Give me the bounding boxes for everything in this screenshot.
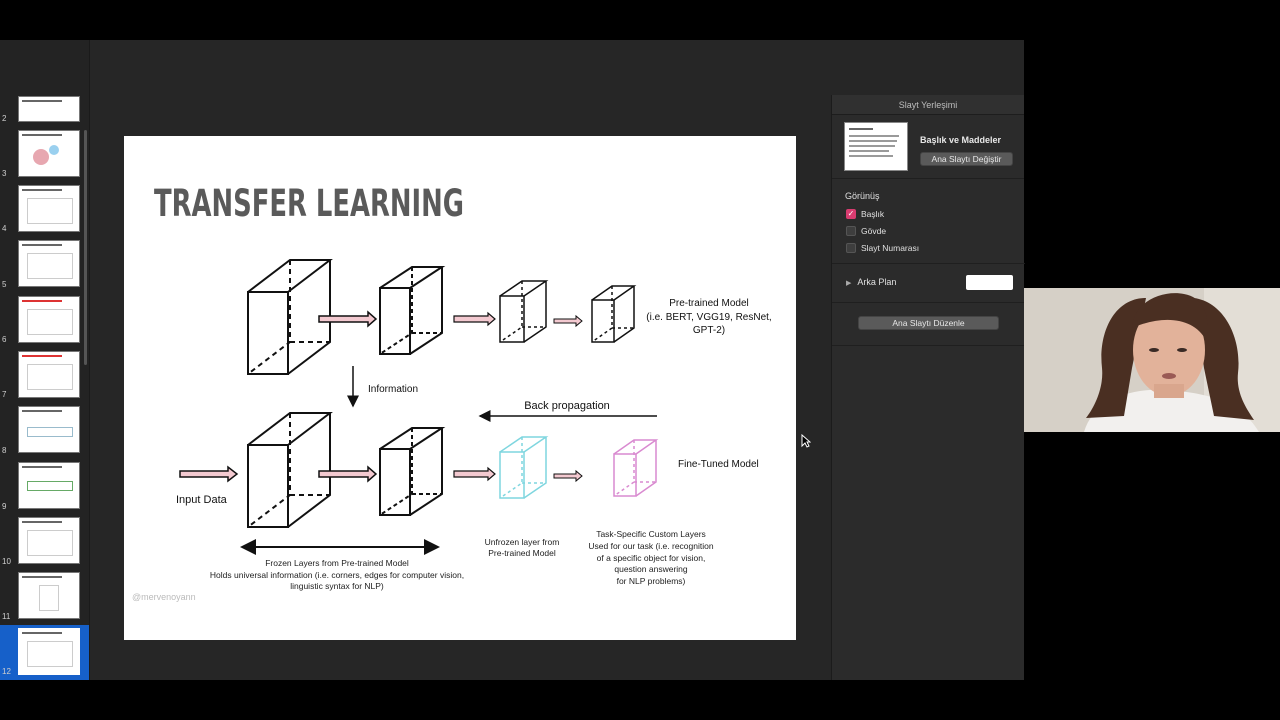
slide-thumbnail[interactable] [18,296,80,343]
watermark: @mervenoyann [132,592,196,602]
slide-content: TRANSFER LEARNING Pre-trained Model (i.e… [132,182,772,602]
information-label: Information [368,384,418,395]
frozen-caption: linguistic syntax for NLP) [290,581,384,591]
input-data-label: Input Data [176,494,228,506]
divider [832,263,1025,264]
task-caption: Used for our task (i.e. recognition [588,541,713,551]
slide-number: 7 [2,390,7,399]
divider [832,302,1025,303]
edit-master-button[interactable]: Ana Slaytı Düzenle [858,316,999,330]
checkbox-box[interactable] [846,226,856,236]
checkmark-icon[interactable]: ✓ [846,209,856,219]
slide-thumbnail[interactable] [18,572,80,619]
screen: 2 3 4 5 6 7 8 9 10 11 12 TRANSFER LEARNI… [0,0,1280,720]
task-caption: question answering [614,564,688,574]
keynote-window: 2 3 4 5 6 7 8 9 10 11 12 TRANSFER LEARNI… [0,40,1025,680]
pretrained-label: GPT-2) [693,325,725,336]
task-caption: Task-Specific Custom Layers [596,529,706,539]
slide-number: 2 [2,114,7,123]
slide-number: 6 [2,335,7,344]
slide-thumbnail[interactable] [18,351,80,398]
pretrained-label: (i.e. BERT, VGG19, ResNet, [646,312,771,323]
slide-thumbnail[interactable] [18,240,80,287]
checkbox-title[interactable]: ✓ Başlık [846,208,884,220]
slide-thumbnail[interactable] [18,406,80,453]
forward-arrows-top [318,310,583,328]
checkbox-label: Slayt Numarası [861,243,920,253]
appearance-title: Görünüş [845,191,880,201]
background-disclosure[interactable]: ▶ Arka Plan [846,277,896,287]
back-propagation-label: Back propagation [524,400,610,412]
slide-number: 8 [2,446,7,455]
background-color-well[interactable] [966,275,1013,290]
format-inspector: Slayt Yerleşimi Başlık ve Maddeler Ana S… [831,95,1025,680]
slide[interactable]: TRANSFER LEARNING Pre-trained Model (i.e… [124,136,796,640]
unfrozen-layer [499,436,549,499]
frozen-caption: Frozen Layers from Pre-trained Model [265,558,409,568]
slide-title: TRANSFER LEARNING [154,182,464,225]
checkbox-body[interactable]: Gövde [846,225,886,237]
finetuned-label: Fine-Tuned Model [678,459,759,470]
slide-number: 10 [2,557,11,566]
checkbox-label: Gövde [861,226,887,236]
slide-thumbnail[interactable] [18,96,80,122]
slide-thumbnail[interactable] [18,185,80,232]
slide-thumbnail[interactable] [18,462,80,509]
slide-number: 12 [2,667,11,676]
slide-number: 3 [2,169,7,178]
slide-thumbnail[interactable] [18,517,80,564]
unfrozen-caption: Unfrozen layer from [485,537,560,547]
pretrained-label: Pre-trained Model [669,298,748,309]
mouse-cursor-icon [801,434,811,448]
unfrozen-caption: Pre-trained Model [488,548,556,558]
slide-number: 4 [2,224,7,233]
navigator-scrollbar[interactable] [84,130,87,365]
divider [832,345,1025,346]
webcam-video [1024,288,1280,432]
slide-canvas-area[interactable]: TRANSFER LEARNING Pre-trained Model (i.e… [90,40,831,680]
slide-number: 11 [2,612,11,621]
checkbox-box[interactable] [846,243,856,253]
background-label: Arka Plan [857,277,897,287]
slide-number: 5 [2,280,7,289]
presenter-video-image [1024,288,1280,432]
task-caption: of a specific object for vision, [597,553,706,563]
layout-name: Başlık ve Maddeler [920,135,1002,145]
frozen-layers [247,412,446,528]
task-caption: for NLP problems) [617,576,686,586]
change-master-button[interactable]: Ana Slaytı Değiştir [920,152,1013,166]
disclosure-triangle-icon[interactable]: ▶ [846,280,851,287]
checkbox-label: Başlık [861,209,885,219]
frozen-caption: Holds universal information (i.e. corner… [210,570,464,580]
slide-thumbnail-current[interactable] [18,628,80,675]
slide-thumbnail[interactable] [18,130,80,177]
custom-layer [613,439,659,497]
slide-navigator[interactable]: 2 3 4 5 6 7 8 9 10 11 12 [0,40,90,680]
slide-number: 9 [2,502,7,511]
layout-row: Başlık ve Maddeler Ana Slaytı Değiştir [832,115,1024,179]
inspector-header: Slayt Yerleşimi [832,95,1024,115]
layout-thumbnail[interactable] [844,122,908,171]
checkbox-slide-number[interactable]: Slayt Numarası [846,242,919,254]
